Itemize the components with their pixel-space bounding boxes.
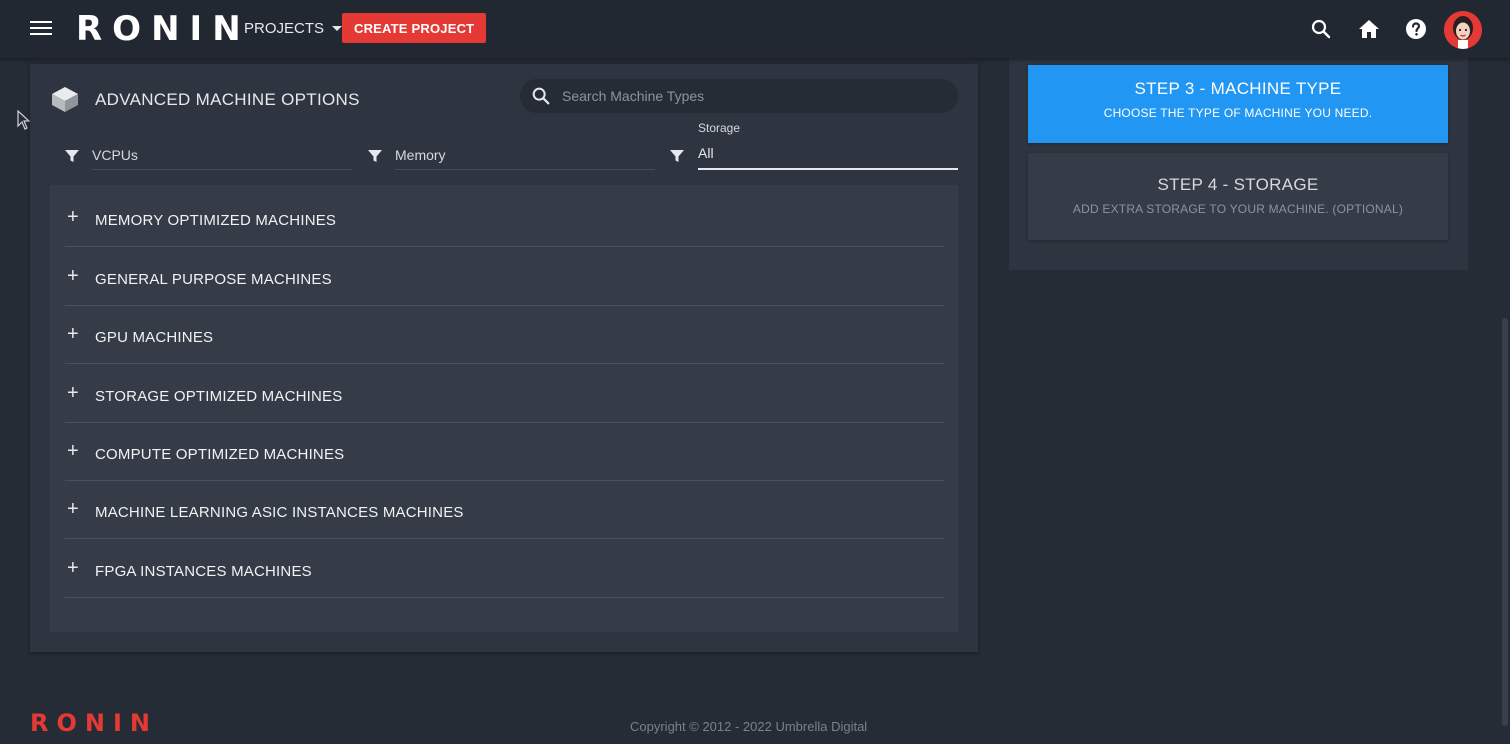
page-title: ADVANCED MACHINE OPTIONS: [95, 90, 360, 109]
plus-icon: +: [67, 206, 79, 228]
page-scrollbar[interactable]: [1502, 318, 1508, 726]
memory-filter[interactable]: Memory: [367, 140, 657, 170]
category-storage-optimized[interactable]: + STORAGE OPTIMIZED MACHINES: [65, 365, 944, 423]
category-label: COMPUTE OPTIMIZED MACHINES: [95, 446, 345, 463]
filter-icon: [65, 150, 79, 162]
plus-icon: +: [67, 382, 79, 404]
user-avatar-icon: [1444, 11, 1482, 49]
mouse-cursor-icon: [17, 110, 31, 130]
plus-icon: +: [67, 557, 79, 579]
category-label: MACHINE LEARNING ASIC INSTANCES MACHINES: [95, 504, 464, 521]
category-general-purpose[interactable]: + GENERAL PURPOSE MACHINES: [65, 248, 944, 306]
home-icon[interactable]: [1357, 17, 1381, 41]
menu-icon[interactable]: [30, 18, 52, 40]
plus-icon: +: [67, 323, 79, 345]
projects-label: PROJECTS: [244, 20, 325, 37]
chevron-down-icon: [332, 26, 343, 31]
step-subtitle: CHOOSE THE TYPE OF MACHINE YOU NEED.: [1103, 106, 1373, 120]
machine-categories: + MEMORY OPTIMIZED MACHINES + GENERAL PU…: [50, 185, 958, 632]
category-compute-optimized[interactable]: + COMPUTE OPTIMIZED MACHINES: [65, 423, 944, 481]
category-gpu[interactable]: + GPU MACHINES: [65, 306, 944, 364]
search-icon: [532, 87, 550, 105]
ronin-logo[interactable]: RONIN: [76, 9, 251, 49]
step-3-machine-type[interactable]: STEP 3 - MACHINE TYPE CHOOSE THE TYPE OF…: [1028, 65, 1448, 143]
vcpus-filter[interactable]: VCPUs: [64, 140, 354, 170]
search-input[interactable]: [562, 88, 942, 104]
storage-label: Storage: [698, 121, 741, 135]
category-label: GENERAL PURPOSE MACHINES: [95, 271, 332, 288]
steps-panel: STEP 3 - MACHINE TYPE CHOOSE THE TYPE OF…: [1009, 58, 1468, 270]
create-project-button[interactable]: CREATE PROJECT: [342, 13, 487, 43]
plus-icon: +: [67, 498, 79, 520]
copyright-text: Copyright © 2012 - 2022 Umbrella Digital: [630, 719, 868, 734]
step-subtitle: ADD EXTRA STORAGE TO YOUR MACHINE. (OPTI…: [1072, 202, 1404, 216]
machine-search[interactable]: [520, 79, 958, 113]
category-fpga[interactable]: + FPGA INSTANCES MACHINES: [65, 540, 944, 598]
plus-icon: +: [67, 265, 79, 287]
advanced-machine-options-card: ADVANCED MACHINE OPTIONS VCPUs Memory St…: [30, 64, 978, 652]
step-4-storage[interactable]: STEP 4 - STORAGE ADD EXTRA STORAGE TO YO…: [1028, 153, 1448, 240]
filter-icon: [670, 150, 684, 162]
top-app-bar: RONIN PROJECTS CREATE PROJECT: [0, 0, 1510, 58]
category-label: MEMORY OPTIMIZED MACHINES: [95, 212, 337, 229]
cube-icon: [52, 87, 78, 112]
step-title: STEP 4 - STORAGE: [1157, 175, 1319, 194]
plus-icon: +: [67, 440, 79, 462]
category-label: FPGA INSTANCES MACHINES: [95, 563, 312, 580]
category-label: GPU MACHINES: [95, 329, 214, 346]
memory-field[interactable]: Memory: [395, 144, 655, 170]
filter-icon: [368, 150, 382, 162]
vcpus-field[interactable]: VCPUs: [92, 144, 352, 170]
category-memory-optimized[interactable]: + MEMORY OPTIMIZED MACHINES: [65, 189, 944, 247]
storage-filter: [669, 140, 689, 170]
storage-select[interactable]: All: [698, 144, 958, 170]
category-ml-asic[interactable]: + MACHINE LEARNING ASIC INSTANCES MACHIN…: [65, 481, 944, 539]
projects-dropdown[interactable]: PROJECTS: [244, 20, 343, 37]
category-label: STORAGE OPTIMIZED MACHINES: [95, 388, 343, 405]
step-title: STEP 3 - MACHINE TYPE: [1134, 79, 1342, 98]
help-icon[interactable]: [1404, 17, 1428, 41]
footer-logo: RONIN: [30, 709, 158, 737]
search-icon[interactable]: [1309, 17, 1333, 41]
avatar[interactable]: [1444, 11, 1482, 49]
